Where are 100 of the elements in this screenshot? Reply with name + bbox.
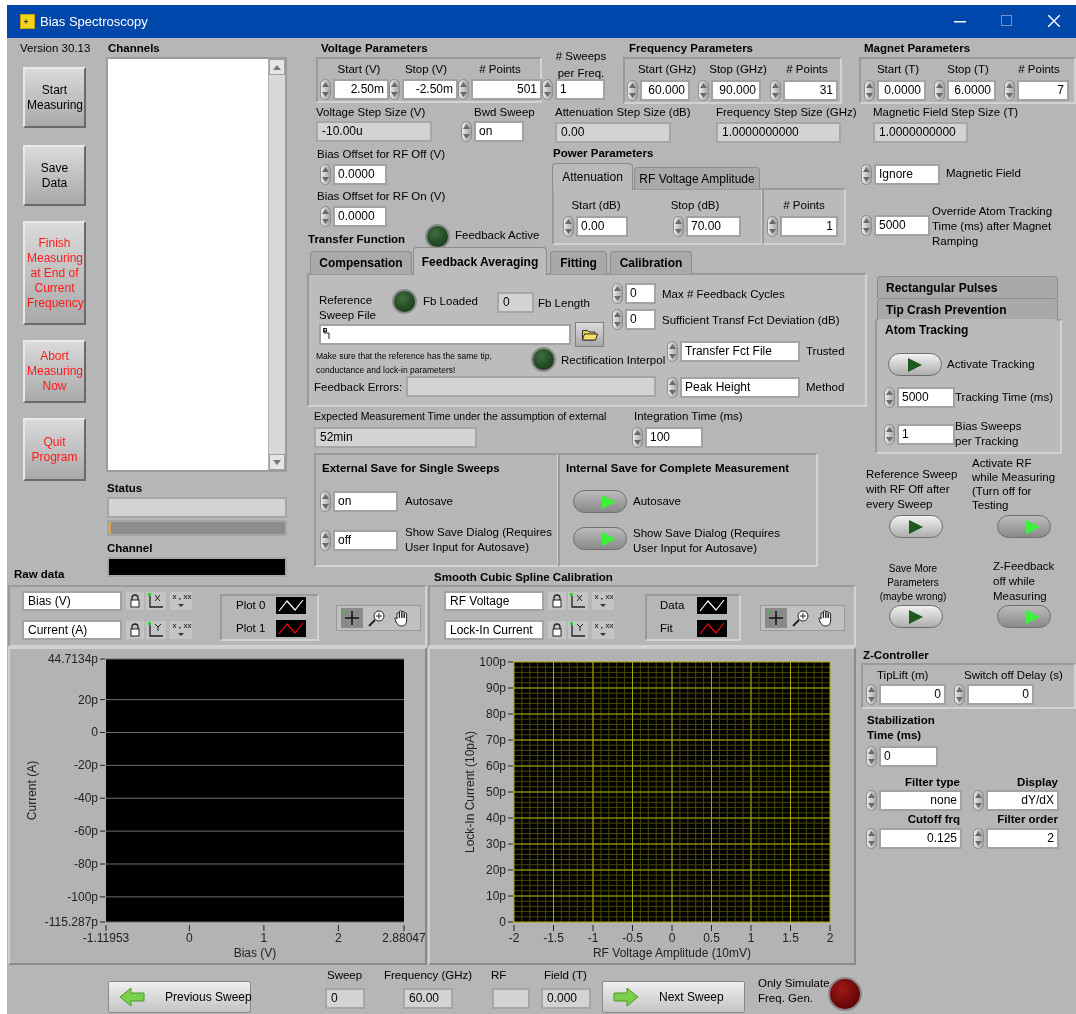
- spin-buttons[interactable]: [632, 427, 643, 448]
- scroll-down-button[interactable]: [269, 454, 285, 470]
- toggle-switch[interactable]: [889, 515, 943, 538]
- spin-buttons[interactable]: [612, 283, 623, 304]
- spin-buttons[interactable]: [866, 828, 877, 849]
- number-field[interactable]: 0: [879, 746, 938, 767]
- autoscale-x-icon[interactable]: [146, 592, 166, 610]
- spin-buttons[interactable]: [770, 80, 781, 101]
- axis-name-field[interactable]: Lock-In Current: [444, 620, 544, 640]
- number-field[interactable]: 0: [625, 309, 656, 330]
- number-field[interactable]: 90.000: [711, 80, 761, 101]
- number-field[interactable]: 0: [967, 684, 1034, 705]
- spin-buttons[interactable]: [884, 387, 895, 408]
- spin-buttons[interactable]: [563, 216, 574, 237]
- next-button[interactable]: Next Sweep: [602, 981, 745, 1013]
- spin-buttons[interactable]: [320, 530, 331, 551]
- command-button[interactable]: Save Data: [23, 145, 86, 206]
- maximize-icon[interactable]: [1001, 15, 1012, 26]
- number-field[interactable]: Ignore: [874, 164, 940, 185]
- number-field[interactable]: 5000: [897, 387, 955, 408]
- spin-buttons[interactable]: [458, 79, 469, 100]
- lock-icon[interactable]: [126, 621, 144, 639]
- spin-buttons[interactable]: [973, 790, 984, 811]
- lock-icon[interactable]: [548, 592, 566, 610]
- format-icon[interactable]: [170, 592, 192, 610]
- tab[interactable]: Rectangular Pulses: [877, 276, 1058, 298]
- number-field[interactable]: 1: [555, 79, 605, 100]
- number-field[interactable]: 0.0000: [877, 80, 926, 101]
- number-field[interactable]: 2.50m: [333, 79, 389, 100]
- minimize-icon[interactable]: [954, 21, 966, 23]
- number-field[interactable]: 100: [645, 427, 703, 448]
- spin-buttons[interactable]: [461, 121, 472, 142]
- axis-name-field[interactable]: RF Voltage: [444, 591, 544, 611]
- number-field[interactable]: 0.0000: [333, 206, 387, 227]
- previous-button[interactable]: Previous Sweep: [108, 981, 251, 1013]
- tab[interactable]: Fitting: [550, 251, 607, 274]
- number-field[interactable]: Transfer Fct File: [680, 341, 800, 362]
- number-field[interactable]: off: [333, 530, 398, 551]
- number-field[interactable]: 0.00: [576, 216, 628, 237]
- number-field[interactable]: 0: [879, 684, 946, 705]
- spin-buttons[interactable]: [320, 79, 331, 100]
- number-field[interactable]: 1: [897, 424, 955, 445]
- spin-buttons[interactable]: [612, 309, 623, 330]
- spin-buttons[interactable]: [389, 79, 400, 100]
- number-field[interactable]: 501: [471, 79, 542, 100]
- spin-buttons[interactable]: [861, 215, 872, 236]
- number-field[interactable]: 31: [783, 80, 838, 101]
- spin-buttons[interactable]: [767, 216, 778, 237]
- number-field[interactable]: 0: [625, 283, 656, 304]
- autoscale-y-icon[interactable]: [568, 621, 588, 639]
- tab[interactable]: Feedback Averaging: [413, 247, 547, 275]
- toggle-switch[interactable]: [997, 515, 1051, 538]
- scroll-up-button[interactable]: [269, 59, 285, 75]
- number-field[interactable]: none: [879, 790, 962, 811]
- spin-buttons[interactable]: [934, 80, 945, 101]
- tab[interactable]: Compensation: [310, 251, 412, 274]
- format-icon[interactable]: [592, 621, 614, 639]
- spin-buttons[interactable]: [954, 684, 965, 705]
- command-button[interactable]: Start Measuring: [23, 67, 86, 128]
- spin-buttons[interactable]: [320, 164, 331, 185]
- toggle-switch[interactable]: [889, 605, 943, 628]
- browse-button[interactable]: [575, 322, 604, 347]
- toggle-switch[interactable]: [573, 490, 627, 513]
- scrollbar[interactable]: [268, 59, 285, 470]
- lock-icon[interactable]: [126, 592, 144, 610]
- spin-buttons[interactable]: [866, 684, 877, 705]
- toggle-switch[interactable]: [573, 527, 627, 550]
- autoscale-y-icon[interactable]: [146, 621, 166, 639]
- spin-buttons[interactable]: [973, 828, 984, 849]
- number-field[interactable]: on: [474, 121, 524, 142]
- spin-buttons[interactable]: [1004, 80, 1015, 101]
- number-field[interactable]: 6.0000: [947, 80, 996, 101]
- path-field[interactable]: [319, 324, 571, 345]
- tab[interactable]: Attenuation: [552, 163, 633, 190]
- number-field[interactable]: on: [333, 491, 398, 512]
- number-field[interactable]: Peak Height: [680, 377, 800, 398]
- format-icon[interactable]: [592, 592, 614, 610]
- spin-buttons[interactable]: [866, 790, 877, 811]
- axis-name-field[interactable]: Bias (V): [22, 591, 122, 611]
- cursor-tool-icon[interactable]: [341, 608, 363, 628]
- spin-buttons[interactable]: [320, 491, 331, 512]
- number-field[interactable]: 5000: [874, 215, 930, 236]
- lock-icon[interactable]: [548, 621, 566, 639]
- spin-buttons[interactable]: [861, 164, 872, 185]
- spin-buttons[interactable]: [320, 206, 331, 227]
- autoscale-x-icon[interactable]: [568, 592, 588, 610]
- number-field[interactable]: 60.000: [640, 80, 690, 101]
- spin-buttons[interactable]: [667, 341, 678, 362]
- number-field[interactable]: 0.125: [879, 828, 962, 849]
- number-field[interactable]: 70.00: [686, 216, 741, 237]
- number-field[interactable]: dY/dX: [986, 790, 1059, 811]
- tab[interactable]: Calibration: [610, 251, 692, 274]
- number-field[interactable]: 1: [780, 216, 838, 237]
- format-icon[interactable]: [170, 621, 192, 639]
- spin-buttons[interactable]: [667, 377, 678, 398]
- axis-name-field[interactable]: Current (A): [22, 620, 122, 640]
- spin-buttons[interactable]: [673, 216, 684, 237]
- toggle-switch[interactable]: [997, 605, 1051, 628]
- tab[interactable]: Tip Crash Prevention: [877, 298, 1058, 320]
- cursor-tool-icon[interactable]: [765, 608, 787, 628]
